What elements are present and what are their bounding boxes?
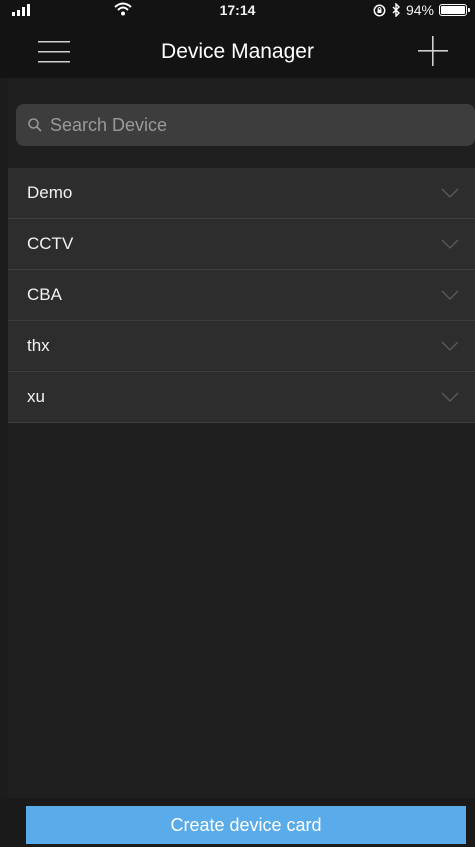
chevron-down-icon[interactable] [441, 290, 459, 300]
status-bar: 17:14 94% [0, 0, 475, 20]
nav-bar: Device Manager [0, 20, 475, 78]
page-title: Device Manager [161, 40, 314, 63]
device-row-cctv[interactable]: CCTV [8, 219, 475, 270]
chevron-down-icon[interactable] [441, 341, 459, 351]
battery-icon [439, 4, 470, 16]
battery-nub [468, 8, 470, 12]
device-name: Demo [27, 183, 73, 202]
device-row-thx[interactable]: thx [8, 321, 475, 372]
chevron-down-icon[interactable] [441, 188, 459, 198]
device-name: CCTV [27, 234, 74, 253]
app-screen: 17:14 94% Device Manager Search Device D… [0, 0, 475, 847]
plus-icon[interactable] [418, 36, 448, 66]
bluetooth-icon [392, 3, 400, 17]
device-row-cba[interactable]: CBA [8, 270, 475, 321]
device-name: xu [27, 387, 45, 406]
battery-percent: 94% [405, 2, 434, 18]
chevron-down-icon[interactable] [441, 239, 459, 249]
search-bar[interactable] [16, 104, 475, 146]
device-row-xu[interactable]: xu [8, 372, 475, 423]
device-list-panel: Demo CCTV CBA thx [8, 78, 475, 798]
orientation-lock-icon [373, 4, 386, 16]
device-row-demo[interactable]: Demo [8, 168, 475, 219]
search-icon [28, 118, 42, 132]
search-input[interactable] [42, 105, 475, 145]
device-name: CBA [27, 285, 62, 304]
device-list: Demo CCTV CBA thx xu [8, 168, 475, 423]
device-name: thx [27, 336, 50, 355]
chevron-down-icon[interactable] [441, 392, 459, 402]
create-device-card-button[interactable]: Create device card [26, 806, 466, 844]
bottom-bar: Create device card [0, 798, 475, 847]
battery-fill [441, 6, 465, 14]
status-right: 94% [373, 1, 470, 19]
